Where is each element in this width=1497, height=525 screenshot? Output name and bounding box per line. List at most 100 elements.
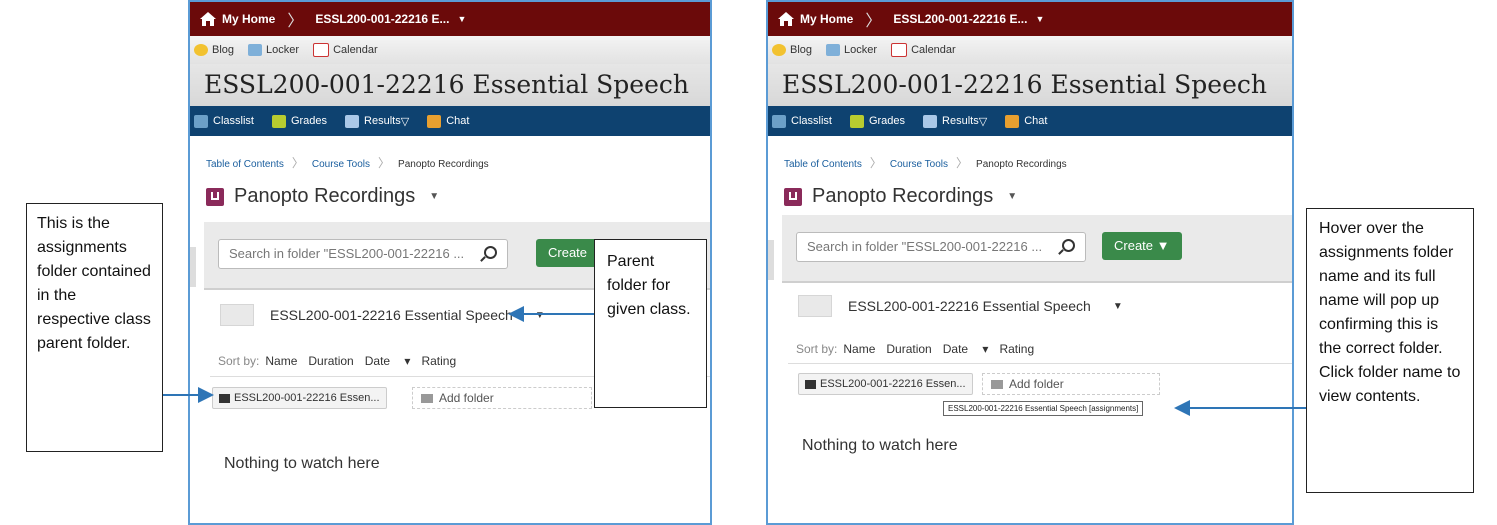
blog-label: Blog: [212, 44, 235, 56]
search-input[interactable]: Search in folder "ESSL200-001-22216 ...: [796, 232, 1086, 262]
chevron-down-icon[interactable]: ▼: [535, 310, 545, 321]
add-folder-button[interactable]: Add folder: [982, 373, 1160, 395]
crumb-course-tools[interactable]: Course Tools: [890, 159, 948, 170]
add-folder-icon: [991, 379, 1003, 389]
course-selector[interactable]: ESSL200-001-22216 E...: [315, 12, 449, 26]
speech-bubble-icon: [772, 44, 786, 56]
chevron-right-icon: 〉: [287, 13, 304, 30]
course-selector[interactable]: ESSL200-001-22216 E...: [893, 12, 1027, 26]
nav-grades-label: Grades: [868, 115, 906, 127]
locker-link[interactable]: Locker: [248, 44, 299, 56]
home-icon: [778, 12, 794, 26]
sort-duration[interactable]: Duration: [886, 342, 931, 356]
search-input[interactable]: Search in folder "ESSL200-001-22216 ...: [218, 239, 508, 269]
parent-folder-name[interactable]: ESSL200-001-22216 Essential Speech: [848, 298, 1091, 314]
nav-classlist[interactable]: Classlist: [194, 114, 254, 128]
my-home-link[interactable]: My Home: [222, 12, 275, 26]
results-icon: [923, 114, 938, 128]
crumb-current: Panopto Recordings: [398, 159, 489, 170]
nav-chat-label: Chat: [1024, 115, 1048, 127]
sort-name[interactable]: Name: [843, 342, 875, 356]
blog-link[interactable]: Blog: [772, 44, 812, 56]
nav-grades-label: Grades: [290, 115, 328, 127]
sort-label: Sort by:: [218, 354, 260, 368]
chevron-down-icon[interactable]: ▼: [1035, 14, 1044, 24]
page-title: Panopto Recordings ▼: [784, 185, 1292, 208]
search-icon[interactable]: [484, 246, 497, 259]
nav-classlist[interactable]: Classlist: [772, 114, 832, 128]
classlist-icon: [194, 114, 208, 128]
chevron-right-icon: 〉: [869, 156, 882, 170]
chat-icon: [427, 114, 442, 128]
sort-rating[interactable]: Rating: [999, 342, 1034, 356]
subfolder-chip[interactable]: ESSL200-001-22216 Essen...: [798, 373, 973, 395]
sort-date[interactable]: Date ▾: [365, 354, 411, 368]
toolbar: Blog Locker Calendar: [190, 36, 710, 64]
calendar-link[interactable]: Calendar: [891, 43, 956, 57]
calendar-icon: [891, 43, 908, 57]
chevron-down-icon[interactable]: ▼: [1007, 191, 1017, 202]
blog-link[interactable]: Blog: [194, 44, 234, 56]
callout-left-text: This is the assignments folder contained…: [37, 215, 151, 352]
chevron-right-icon: 〉: [956, 156, 969, 170]
locker-icon: [826, 44, 841, 56]
folder-icon: [220, 304, 254, 326]
nav-results[interactable]: Results ▽: [923, 114, 987, 128]
chevron-right-icon: 〉: [865, 13, 882, 30]
chevron-right-icon: 〉: [291, 156, 304, 170]
nav-results[interactable]: Results ▽: [345, 114, 409, 128]
top-breadcrumb-bar: My Home 〉 ESSL200-001-22216 E... ▼: [768, 2, 1292, 36]
nav-grades[interactable]: Grades: [271, 114, 328, 128]
add-folder-button[interactable]: Add folder: [412, 387, 592, 409]
classlist-icon: [772, 114, 786, 128]
callout-middle: Parent folder for given class.: [594, 239, 707, 408]
page-title-text: Panopto Recordings: [812, 185, 994, 207]
sort-rating[interactable]: Rating: [421, 354, 456, 368]
nav-grades[interactable]: Grades: [849, 114, 906, 128]
add-folder-label: Add folder: [439, 391, 494, 405]
sort-bar: Sort by: Name Duration Date ▾ Rating: [796, 342, 1045, 356]
panopto-icon: [206, 187, 224, 206]
nav-results-label: Results: [364, 115, 401, 127]
divider: [788, 363, 1292, 364]
chevron-right-icon: 〉: [378, 156, 391, 170]
parent-folder-name[interactable]: ESSL200-001-22216 Essential Speech: [270, 307, 513, 323]
subfolder-chip[interactable]: ESSL200-001-22216 Essen...: [212, 387, 387, 409]
chevron-down-icon[interactable]: ▼: [1113, 301, 1123, 312]
nav-chat[interactable]: Chat: [427, 114, 470, 128]
callout-middle-text: Parent folder for given class.: [607, 253, 691, 318]
nav-chat[interactable]: Chat: [1005, 114, 1048, 128]
search-icon[interactable]: [1062, 239, 1075, 252]
collapse-handle[interactable]: [190, 247, 196, 287]
grades-check-icon: [849, 114, 864, 128]
nav-results-label: Results: [942, 115, 979, 127]
sort-name[interactable]: Name: [265, 354, 297, 368]
parent-folder[interactable]: ESSL200-001-22216 Essential Speech ▼: [220, 304, 545, 326]
calendar-link[interactable]: Calendar: [313, 43, 378, 57]
course-title: ESSL200-001-22216 Essential Speech: [190, 64, 710, 106]
course-navbar: Classlist Grades Results ▽ Chat: [768, 106, 1292, 136]
chevron-down-icon[interactable]: ▼: [457, 14, 466, 24]
sort-date[interactable]: Date ▾: [943, 342, 989, 356]
locker-link[interactable]: Locker: [826, 44, 877, 56]
crumb-toc[interactable]: Table of Contents: [206, 159, 284, 170]
create-label: Create: [1114, 238, 1154, 253]
chevron-down-icon[interactable]: ▼: [429, 191, 439, 202]
sort-duration[interactable]: Duration: [308, 354, 353, 368]
course-title: ESSL200-001-22216 Essential Speech: [768, 64, 1292, 106]
callout-left: This is the assignments folder contained…: [26, 203, 163, 452]
crumb-course-tools[interactable]: Course Tools: [312, 159, 370, 170]
crumb-toc[interactable]: Table of Contents: [784, 159, 862, 170]
panopto-icon: [784, 187, 802, 206]
add-folder-icon: [421, 393, 433, 403]
chat-icon: [1005, 114, 1020, 128]
nav-chat-label: Chat: [446, 115, 470, 127]
top-breadcrumb-bar: My Home 〉 ESSL200-001-22216 E... ▼: [190, 2, 710, 36]
create-button[interactable]: Create: [536, 239, 600, 267]
my-home-link[interactable]: My Home: [800, 12, 853, 26]
collapse-handle[interactable]: [768, 240, 774, 280]
breadcrumb: Table of Contents 〉 Course Tools 〉 Panopto R…: [784, 154, 1292, 171]
parent-folder[interactable]: ESSL200-001-22216 Essential Speech ▼: [798, 295, 1123, 317]
create-button[interactable]: Create ▼: [1102, 232, 1182, 260]
empty-message: Nothing to watch here: [224, 455, 380, 472]
